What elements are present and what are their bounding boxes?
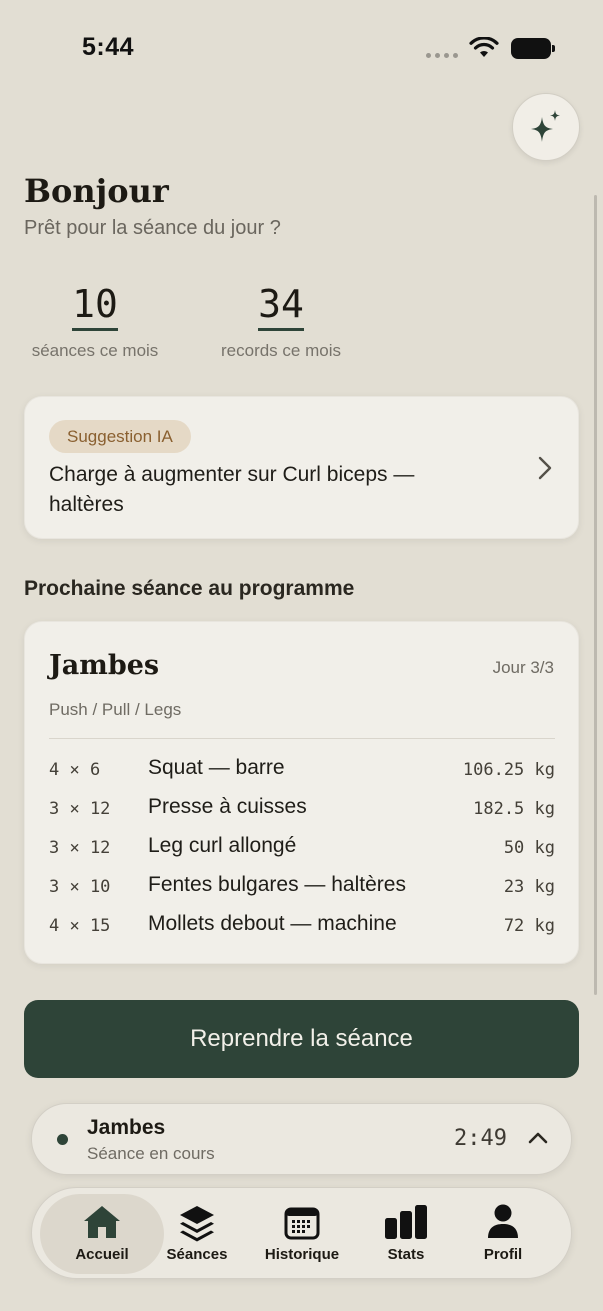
bar-chart-icon [385, 1205, 427, 1239]
battery-icon [511, 38, 555, 59]
tab-seances[interactable]: Séances [160, 1194, 234, 1274]
exercise-load: 72 kg [503, 916, 555, 936]
person-icon [488, 1204, 518, 1238]
exercise-load: 23 kg [503, 877, 555, 897]
chevron-right-icon [538, 456, 552, 480]
tab-label: Profil [483, 1246, 523, 1263]
exercise-sets: 3 × 12 [49, 838, 111, 858]
calendar-icon [284, 1207, 320, 1240]
stat-records-month: 34 records ce mois [212, 282, 350, 361]
live-session-status: Séance en cours [87, 1144, 215, 1163]
exercise-row: 4 × 15 Mollets debout — machine 72 kg [49, 912, 555, 942]
tab-stats[interactable]: Stats [370, 1194, 442, 1274]
status-time: 5:44 [82, 33, 135, 61]
exercise-row: 4 × 6 Squat — barre 106.25 kg [49, 756, 555, 786]
suggestion-text: Charge à augmenter sur Curl biceps — hal… [49, 463, 415, 516]
tab-historique[interactable]: Historique [254, 1194, 350, 1274]
exercise-sets: 4 × 6 [49, 760, 101, 780]
exercise-name: Mollets debout — machine [148, 912, 397, 935]
live-session-bar[interactable]: Jambes Séance en cours 2:49 [31, 1103, 572, 1175]
resume-session-button[interactable]: Reprendre la séance [24, 1000, 579, 1078]
exercise-name: Fentes bulgares — haltères [148, 873, 406, 896]
exercise-row: 3 × 10 Fentes bulgares — haltères 23 kg [49, 873, 555, 903]
stat-sessions-month: 10 séances ce mois [24, 282, 166, 361]
next-session-card[interactable]: Jambes Jour 3/3 Push / Pull / Legs 4 × 6… [24, 621, 579, 964]
tab-label: Séances [166, 1246, 228, 1263]
stat-value: 34 [258, 282, 304, 331]
tab-profil[interactable]: Profil [468, 1194, 538, 1274]
live-session-name: Jambes [87, 1116, 166, 1139]
home-icon [84, 1206, 120, 1238]
divider [49, 738, 555, 739]
page-title: Bonjour [24, 172, 169, 210]
suggestion-badge: Suggestion IA [49, 420, 191, 453]
live-indicator-dot [57, 1134, 68, 1145]
wifi-icon [469, 37, 499, 57]
tab-label: Historique [264, 1246, 340, 1263]
exercise-sets: 3 × 12 [49, 799, 111, 819]
exercise-name: Presse à cuisses [148, 795, 307, 818]
layers-icon [180, 1206, 214, 1242]
tab-bar: Accueil Séances Historique Stats Profil [31, 1187, 572, 1279]
tab-label: Stats [387, 1246, 425, 1263]
stat-value: 10 [72, 282, 118, 331]
stat-label: records ce mois [221, 341, 341, 360]
ai-suggestion-card[interactable]: Suggestion IA Charge à augmenter sur Cur… [24, 396, 579, 539]
sparkle-icon [531, 110, 560, 142]
exercise-load: 182.5 kg [473, 799, 555, 819]
exercise-load: 106.25 kg [462, 760, 555, 780]
chevron-up-icon[interactable] [527, 1130, 549, 1146]
session-title: Jambes [49, 650, 160, 681]
section-title: Prochaine séance au programme [24, 577, 355, 600]
scrollbar[interactable] [594, 195, 597, 995]
exercise-sets: 4 × 15 [49, 916, 111, 936]
session-split: Push / Pull / Legs [49, 700, 182, 719]
session-day: Jour 3/3 [492, 658, 554, 677]
exercise-load: 50 kg [503, 838, 555, 858]
ai-assistant-button[interactable] [512, 93, 580, 161]
exercise-sets: 3 × 10 [49, 877, 111, 897]
live-session-timer: 2:49 [454, 1126, 507, 1151]
page-subtitle: Prêt pour la séance du jour ? [24, 217, 281, 239]
exercise-row: 3 × 12 Presse à cuisses 182.5 kg [49, 795, 555, 825]
stat-label: séances ce mois [31, 341, 159, 360]
status-bar: 5:44 [0, 0, 603, 90]
tab-accueil[interactable]: Accueil [40, 1194, 164, 1274]
tab-label: Accueil [75, 1246, 129, 1263]
exercise-name: Leg curl allongé [148, 834, 297, 857]
exercise-name: Squat — barre [148, 756, 285, 779]
exercise-row: 3 × 12 Leg curl allongé 50 kg [49, 834, 555, 864]
cellular-signal-icon [426, 53, 458, 58]
